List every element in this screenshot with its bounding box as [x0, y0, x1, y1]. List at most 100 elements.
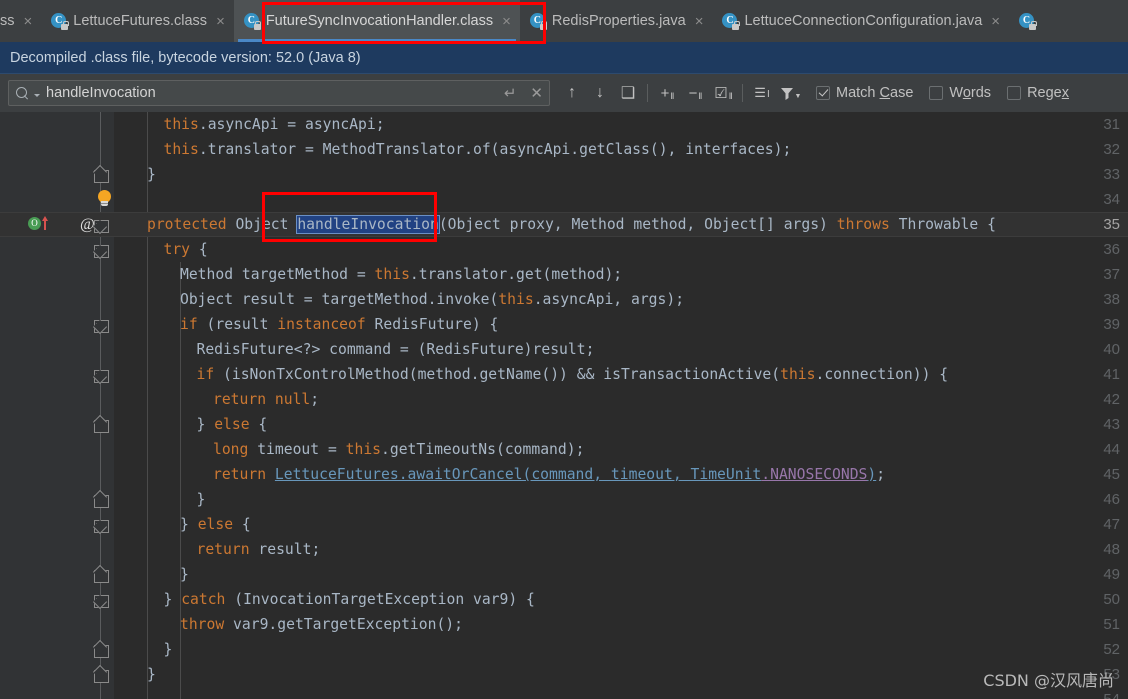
fold-marker-line-35[interactable] [93, 216, 109, 235]
code-token: (Object proxy, Method method, Object[] a… [438, 216, 837, 233]
code-token: return [196, 541, 250, 558]
code-line-row[interactable]: 41 if (isNonTxControlMethod(method.getNam… [0, 362, 1128, 387]
editor-tab-1[interactable]: C LettuceFutures.class × [41, 0, 234, 42]
java-class-icon: C [529, 13, 548, 30]
code-line-row[interactable]: 44 long timeout = this .getTimeoutNs(comma… [0, 437, 1128, 462]
code-token: throws [836, 216, 899, 233]
code-line-text: return LettuceFutures.awaitOrCancel(comm… [114, 462, 885, 487]
fold-marker-line-53[interactable] [93, 664, 109, 683]
watermark: CSDN @汉风唐尚 [983, 671, 1114, 690]
fold-marker-line-41[interactable] [93, 366, 109, 385]
code-line-text: } [114, 662, 156, 687]
code-token: .asyncApi = asyncApi; [198, 116, 385, 133]
code-line-row[interactable]: 54 [0, 687, 1128, 699]
chevron-down-icon[interactable] [34, 94, 40, 97]
code-line-row[interactable]: 49} [0, 562, 1128, 587]
find-next-button[interactable]: ↓ [586, 79, 614, 107]
select-all-button[interactable]: ☑ II [709, 79, 737, 107]
code-line-row[interactable]: 37 Method targetMethod = this .translator.… [0, 262, 1128, 287]
tab-close-icon[interactable]: × [502, 14, 511, 29]
code-line-row[interactable]: 32 this .translator = MethodTranslator.of(… [0, 137, 1128, 162]
override-arrow-icon [41, 215, 49, 231]
editor-tab-bar: ss × C LettuceFutures.class × C FutureSyncInvo… [0, 0, 1128, 42]
fold-marker-line-47[interactable] [93, 516, 109, 535]
fold-marker-line-46[interactable] [93, 489, 109, 508]
override-badge: O [28, 217, 41, 230]
code-line-row[interactable]: 31 this .asyncApi = asyncApi; [0, 112, 1128, 137]
tab-close-icon[interactable]: × [695, 14, 704, 29]
line-number: 51 [1103, 616, 1120, 633]
tab-close-icon[interactable]: × [24, 14, 33, 29]
code-line-text: Object result = targetMethod.invoke(this… [114, 287, 684, 312]
line-number: 44 [1103, 441, 1120, 458]
editor-tab-2[interactable]: C FutureSyncInvocationHandler.class × [233, 0, 520, 42]
close-icon[interactable]: ✕ [530, 84, 543, 102]
code-line-row[interactable]: 43} else { [0, 412, 1128, 437]
checkbox-label: Match Case [836, 85, 914, 101]
line-number: 37 [1103, 266, 1120, 283]
code-line-row[interactable]: 48 return result; [0, 537, 1128, 562]
editor-tab-4[interactable]: C LettuceConnectionConfiguration.java × [712, 0, 1009, 42]
checkbox-box[interactable] [816, 86, 830, 100]
code-token: } [147, 666, 156, 683]
fold-marker-line-36[interactable] [93, 241, 109, 260]
code-line-row[interactable]: 45 return LettuceFutures.awaitOrCancel(co… [0, 462, 1128, 487]
code-line-row[interactable]: 34 [0, 187, 1128, 212]
code-token: long [213, 441, 249, 458]
code-line-row[interactable]: 38 Object result = targetMethod.invoke(th… [0, 287, 1128, 312]
add-occurrence-button[interactable]: + II [653, 79, 681, 107]
fold-marker-line-39[interactable] [93, 316, 109, 335]
filter-button[interactable]: ▼ [776, 79, 804, 107]
code-token: { [190, 241, 208, 258]
code-line-row[interactable]: 42 return null; [0, 387, 1128, 412]
select-all-occurrences-button[interactable]: ❑ [614, 79, 642, 107]
code-line-row[interactable]: 47} else { [0, 512, 1128, 537]
decompiled-notice-bar: Decompiled .class file, bytecode version… [0, 42, 1128, 74]
search-input[interactable]: handleInvocation ↵ ✕ [8, 80, 550, 106]
line-number: 38 [1103, 291, 1120, 308]
tab-close-icon[interactable]: × [216, 14, 225, 29]
code-line-row[interactable]: 53} [0, 662, 1128, 687]
checkbox-box[interactable] [1007, 86, 1022, 100]
code-token: RedisFuture<?> command = (RedisFuture)re… [196, 341, 595, 358]
code-line-row[interactable]: 46} [0, 487, 1128, 512]
return-arrow-icon[interactable]: ↵ [504, 84, 517, 102]
code-line-row[interactable]: 39 if (result instanceof RedisFuture) { [0, 312, 1128, 337]
match-case-checkbox[interactable]: Match Case [816, 85, 913, 101]
fold-marker-line-33[interactable] [93, 164, 109, 183]
words-checkbox[interactable]: Words [929, 85, 991, 101]
code-line-row[interactable]: 36 try { [0, 237, 1128, 262]
find-toolbar-buttons: ↑ ↓ ❑ + II − II ☑ II ☰ I ▼ [558, 79, 804, 107]
code-token: this [163, 116, 199, 133]
code-line-text: } [114, 162, 156, 187]
annotation-marker-icon[interactable]: @ [80, 216, 95, 234]
code-editor[interactable]: 31 this .asyncApi = asyncApi; 32 this .transl… [0, 112, 1128, 699]
editor-tab-3[interactable]: C RedisProperties.java × [520, 0, 713, 42]
editor-tab-0[interactable]: ss × [0, 0, 41, 42]
intention-bulb-icon[interactable] [96, 190, 114, 210]
code-line-row[interactable]: 51 throw var9.getTargetException(); [0, 612, 1128, 637]
editor-tab-overflow[interactable]: C [1009, 0, 1044, 42]
code-line-row[interactable]: 35 protected Object handleInvocation (Obje… [0, 212, 1128, 237]
override-method-gutter-icon[interactable]: O @ [28, 214, 95, 234]
fold-marker-line-49[interactable] [93, 564, 109, 583]
find-previous-button[interactable]: ↑ [558, 79, 586, 107]
remove-occurrence-button[interactable]: − II [681, 79, 709, 107]
fold-marker-line-43[interactable] [93, 414, 109, 433]
code-line-row[interactable]: 40 RedisFuture<?> command = (RedisFuture)… [0, 337, 1128, 362]
fold-marker-line-50[interactable] [93, 591, 109, 610]
line-number: 40 [1103, 341, 1120, 358]
code-line-row[interactable]: 33} [0, 162, 1128, 187]
line-number: 45 [1103, 466, 1120, 483]
tab-close-icon[interactable]: × [991, 14, 1000, 29]
code-line-text: Method targetMethod = this .translator.ge… [114, 262, 622, 287]
checkbox-box[interactable] [929, 86, 944, 100]
line-number: 32 [1103, 141, 1120, 158]
code-token: } [196, 491, 206, 508]
fold-marker-line-52[interactable] [93, 639, 109, 658]
find-in-selection-button[interactable]: ☰ I [748, 79, 776, 107]
code-line-row[interactable]: 50} catch (InvocationTargetException var… [0, 587, 1128, 612]
regex-checkbox[interactable]: Regex [1007, 85, 1069, 101]
code-line-row[interactable]: 52} [0, 637, 1128, 662]
java-class-icon: C [51, 13, 69, 30]
